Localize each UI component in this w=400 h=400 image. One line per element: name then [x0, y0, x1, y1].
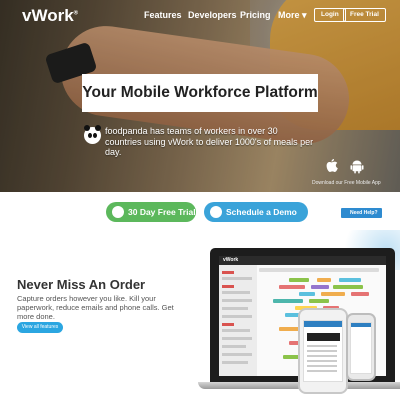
feature-title: Never Miss An Order: [17, 277, 146, 292]
megaphone-icon: [210, 206, 222, 218]
hero-banner: vWork® Features Developers Pricing More …: [0, 0, 400, 192]
logo[interactable]: vWork®: [22, 6, 78, 26]
mockup-brand: vWork: [223, 257, 239, 263]
clock-icon: [112, 206, 124, 218]
schedule-demo-button[interactable]: Schedule a Demo: [204, 202, 308, 222]
need-help-label: Need Help?: [350, 210, 378, 216]
phone-mockup-small: [346, 313, 376, 381]
schedule-demo-label: Schedule a Demo: [226, 207, 297, 217]
feature-description: Capture orders however you like. Kill yo…: [17, 294, 174, 321]
app-topbar: vWork: [219, 256, 386, 265]
hero-headline: Your Mobile Workforce Platform: [82, 74, 318, 112]
free-trial-button[interactable]: 30 Day Free Trial: [106, 202, 196, 222]
nav-link-pricing[interactable]: Pricing: [240, 10, 271, 20]
app-sidebar: [219, 265, 257, 376]
free-trial-nav-button[interactable]: Free Trial: [343, 8, 386, 22]
phone-mockup-large: [298, 308, 348, 394]
nav-link-more[interactable]: More ▾: [278, 10, 307, 21]
panda-icon: [84, 125, 101, 144]
apple-icon[interactable]: [325, 158, 339, 174]
customer-testimonial: foodpanda has teams of workers in over 3…: [105, 126, 314, 157]
top-navigation: vWork® Features Developers Pricing More …: [0, 0, 400, 30]
nav-link-developers[interactable]: Developers: [188, 10, 237, 20]
login-button[interactable]: Login: [314, 8, 346, 22]
android-icon[interactable]: [350, 158, 364, 174]
nav-link-features[interactable]: Features: [144, 10, 182, 20]
free-trial-label: 30 Day Free Trial: [128, 207, 196, 217]
mobile-app-caption: Download our Free Mobile App: [312, 180, 381, 186]
need-help-button[interactable]: Need Help?: [341, 208, 382, 218]
view-features-button[interactable]: View all features: [17, 322, 63, 333]
